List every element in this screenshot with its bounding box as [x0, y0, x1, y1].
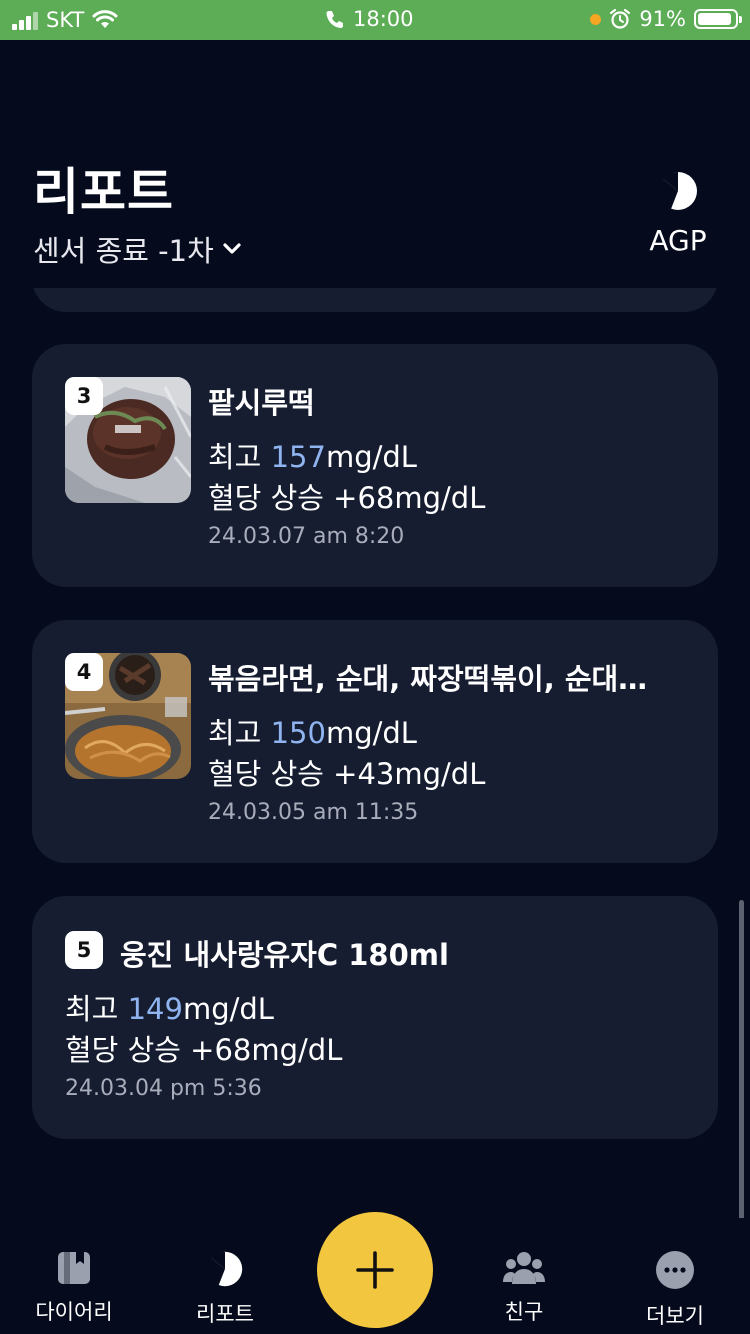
tab-friends[interactable]: 친구 [464, 1230, 584, 1326]
scrollbar[interactable] [739, 900, 744, 1218]
peak-value: 149 [127, 992, 183, 1026]
sensor-label: 센서 종료 -1차 [33, 234, 214, 268]
meal-card[interactable]: 3 팥시루떡 최고 157mg/dL 혈당 상승 +68mg/dL 24.03.… [32, 344, 718, 587]
battery-percent: 91% [639, 7, 686, 31]
meal-card-partial[interactable] [32, 288, 718, 312]
tab-label-friends: 친구 [504, 1300, 544, 1324]
rank-badge: 3 [65, 377, 103, 415]
meal-report-list[interactable]: 3 팥시루떡 최고 157mg/dL 혈당 상승 +68mg/dL 24.03.… [0, 288, 750, 1218]
peak-glucose: 최고 150mg/dL [208, 710, 417, 752]
tab-label-report: 리포트 [196, 1302, 254, 1326]
battery-icon [694, 9, 742, 29]
alarm-icon [610, 8, 631, 29]
agp-label: AGP [649, 224, 707, 257]
diary-icon [58, 1252, 90, 1284]
tab-diary[interactable]: 다이어리 [14, 1230, 134, 1326]
peak-unit: mg/dL [325, 716, 417, 750]
peak-prefix: 최고 [208, 716, 271, 750]
mic-indicator-icon [590, 13, 602, 25]
report-icon [207, 1251, 243, 1287]
carrier-label: SKT [46, 8, 85, 32]
wifi-icon [92, 10, 118, 28]
rank-badge: 5 [65, 931, 103, 969]
signal-icon [12, 10, 38, 30]
phone-icon [326, 11, 343, 28]
peak-prefix: 최고 [208, 440, 271, 474]
glucose-rise: 혈당 상승 +68mg/dL [208, 481, 486, 515]
peak-glucose: 최고 157mg/dL [208, 434, 417, 476]
food-name: 웅진 내사랑유자C 180ml [120, 938, 449, 972]
rank-badge: 4 [65, 653, 103, 691]
peak-glucose: 최고 149mg/dL [65, 986, 274, 1028]
clock-time: 18:00 [353, 7, 414, 31]
plus-icon [356, 1251, 394, 1289]
agp-button[interactable]: AGP [642, 170, 714, 257]
peak-value: 157 [270, 440, 326, 474]
friends-icon [503, 1252, 545, 1284]
meal-card[interactable]: 4 볶음라면, 순대, 짜장떡볶이, 순대… 최고 150mg/dL 혈당 상승… [32, 620, 718, 863]
tab-label-diary: 다이어리 [35, 1300, 113, 1324]
meal-datetime: 24.03.07 am 8:20 [208, 524, 405, 549]
food-name: 볶음라면, 순대, 짜장떡볶이, 순대… [208, 662, 648, 696]
meal-card[interactable]: 5 웅진 내사랑유자C 180ml 최고 149mg/dL 혈당 상승 +68m… [32, 896, 718, 1139]
status-bar: SKT 18:00 91% [0, 0, 750, 40]
meal-datetime: 24.03.05 am 11:35 [208, 800, 419, 825]
sensor-dropdown[interactable]: 센서 종료 -1차 [33, 228, 242, 270]
peak-prefix: 최고 [65, 992, 128, 1026]
tab-more[interactable]: 더보기 [615, 1230, 735, 1330]
agp-icon [658, 171, 697, 210]
meal-datetime: 24.03.04 pm 5:36 [65, 1076, 262, 1101]
tab-report[interactable]: 리포트 [165, 1230, 285, 1328]
add-record-button[interactable] [317, 1212, 433, 1328]
peak-value: 150 [270, 716, 326, 750]
more-icon [656, 1251, 694, 1289]
tab-label-more: 더보기 [646, 1304, 704, 1328]
food-name: 팥시루떡 [208, 386, 315, 420]
glucose-rise: 혈당 상승 +68mg/dL [65, 1033, 343, 1067]
peak-unit: mg/dL [182, 992, 274, 1026]
page-title: 리포트 [33, 163, 174, 221]
glucose-rise: 혈당 상승 +43mg/dL [208, 757, 486, 791]
peak-unit: mg/dL [325, 440, 417, 474]
chevron-down-icon [223, 243, 241, 254]
